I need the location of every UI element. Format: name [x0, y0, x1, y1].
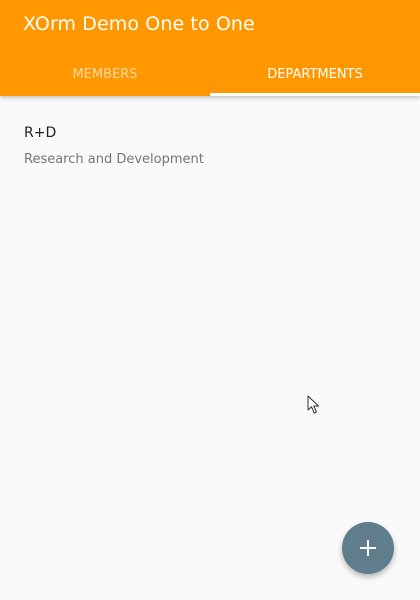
tab-departments[interactable]: DEPARTMENTS: [210, 52, 420, 96]
tab-indicator: [210, 93, 420, 96]
list-item[interactable]: R+D Research and Development: [0, 112, 420, 176]
tab-bar: MEMBERS DEPARTMENTS: [0, 52, 420, 96]
add-department-button[interactable]: [342, 522, 394, 574]
plus-icon: [360, 540, 376, 556]
app-title: XOrm Demo One to One: [23, 13, 255, 35]
app-bar: XOrm Demo One to One MEMBERS DEPARTMENTS: [0, 0, 420, 96]
tab-members[interactable]: MEMBERS: [0, 52, 210, 96]
department-name: R+D: [24, 125, 57, 141]
department-description: Research and Development: [24, 152, 204, 167]
